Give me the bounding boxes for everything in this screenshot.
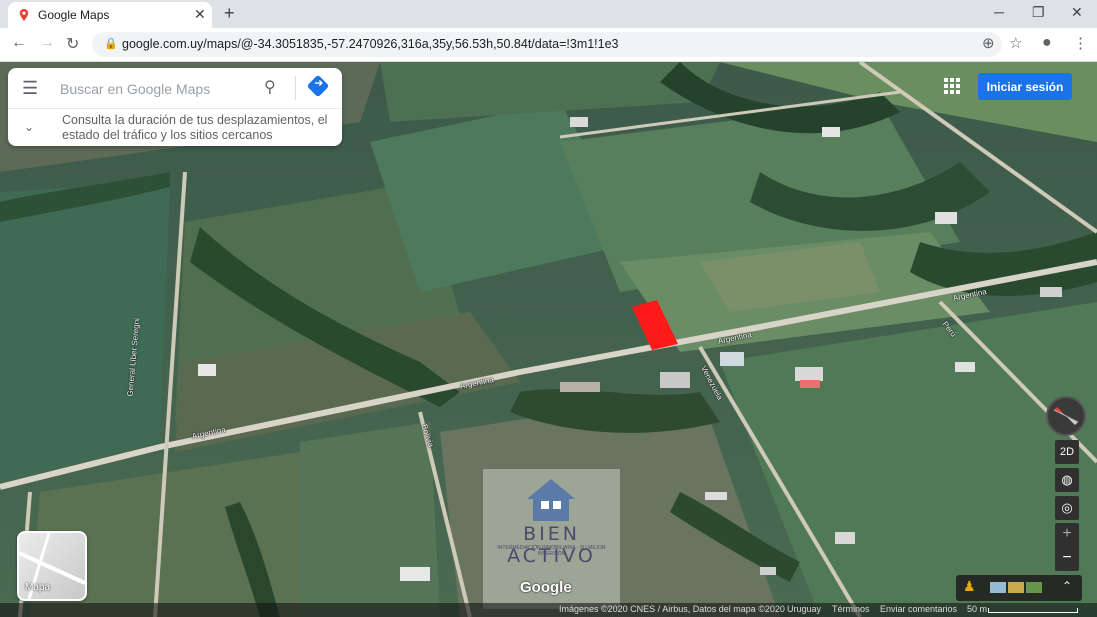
new-tab-icon[interactable]: +	[224, 3, 235, 24]
zoom-control: + −	[1055, 523, 1079, 571]
hamburger-menu-icon[interactable]: ☰	[22, 78, 38, 99]
close-tab-icon[interactable]: ✕	[194, 6, 206, 23]
lock-icon: 🔒	[104, 38, 118, 50]
address-bar[interactable]: 🔒 google.com.uy/maps/@-34.3051835,-57.24…	[92, 32, 1002, 57]
menu-dots-icon[interactable]: ⋮	[1073, 34, 1088, 52]
back-icon[interactable]: ←	[11, 34, 27, 52]
tab-title: Google Maps	[38, 8, 110, 22]
account-icon[interactable]: ●	[1042, 34, 1052, 52]
traffic-hint[interactable]: Consulta la duración de tus desplazamien…	[62, 113, 332, 143]
compass-needle-icon	[1053, 407, 1079, 425]
globe-icon[interactable]: ◍	[1055, 468, 1079, 492]
imagery-thumb-icon[interactable]	[1026, 582, 1042, 593]
terms-link[interactable]: Términos	[832, 604, 870, 614]
scale-bar	[988, 608, 1078, 613]
close-window-icon[interactable]: ✕	[1071, 4, 1083, 21]
maps-pin-icon	[19, 9, 29, 21]
scale-label[interactable]: 50 m	[967, 604, 987, 614]
compass-icon[interactable]	[1046, 396, 1086, 436]
imagery-bar: ♟ ⌃	[956, 575, 1082, 601]
browser-tab[interactable]: Google Maps ✕	[8, 2, 212, 28]
map-footer: Imágenes ©2020 CNES / Airbus, Datos del …	[0, 603, 1097, 617]
chevron-down-icon[interactable]: ⌄	[24, 120, 34, 134]
country-link[interactable]: Uruguay	[787, 604, 821, 614]
google-logo: Google	[520, 579, 572, 596]
directions-icon[interactable]	[306, 74, 330, 98]
my-location-icon[interactable]: ◎	[1055, 496, 1079, 520]
layer-label: Mapa	[25, 582, 51, 593]
install-icon[interactable]: ⊕	[982, 34, 995, 52]
zoom-out-button[interactable]: −	[1055, 547, 1079, 571]
signin-button[interactable]: Iniciar sesión	[978, 73, 1072, 100]
restore-icon[interactable]: ❐	[1032, 4, 1045, 21]
toggle-2d-button[interactable]: 2D	[1055, 440, 1079, 464]
reload-icon[interactable]: ↻	[66, 34, 79, 54]
layer-switcher-button[interactable]: Mapa	[17, 531, 87, 601]
house-logo-icon	[527, 479, 575, 521]
feedback-link[interactable]: Enviar comentarios	[880, 604, 957, 614]
search-input[interactable]	[58, 78, 252, 100]
chevron-up-icon[interactable]: ⌃	[1062, 579, 1072, 593]
minimize-icon[interactable]: ─	[994, 4, 1004, 20]
browser-toolbar: ← → ↻ 🔒 google.com.uy/maps/@-34.3051835,…	[0, 28, 1097, 62]
search-panel: ☰ ⚲ ⌄ Consulta la duración de tus despla…	[8, 68, 342, 146]
url-text: google.com.uy/maps/@-34.3051835,-57.2470…	[122, 37, 619, 51]
search-icon[interactable]: ⚲	[264, 77, 276, 97]
watermark-subtitle: INTERMEDIACIÓN INMOBILIARIA · SU MEJOR I…	[497, 545, 606, 557]
pegman-icon[interactable]: ♟	[963, 578, 976, 595]
forward-icon[interactable]: →	[39, 34, 55, 52]
zoom-in-button[interactable]: +	[1055, 523, 1079, 547]
imagery-thumb-icon[interactable]	[1008, 582, 1024, 593]
apps-grid-icon[interactable]	[944, 78, 960, 94]
divider	[8, 108, 342, 109]
browser-tabstrip: Google Maps ✕ + ─ ❐ ✕	[0, 0, 1097, 28]
imagery-thumb-icon[interactable]	[990, 582, 1006, 593]
attribution: Imágenes ©2020 CNES / Airbus, Datos del …	[559, 604, 785, 614]
bookmark-star-icon[interactable]: ☆	[1009, 34, 1022, 52]
divider	[295, 76, 296, 100]
